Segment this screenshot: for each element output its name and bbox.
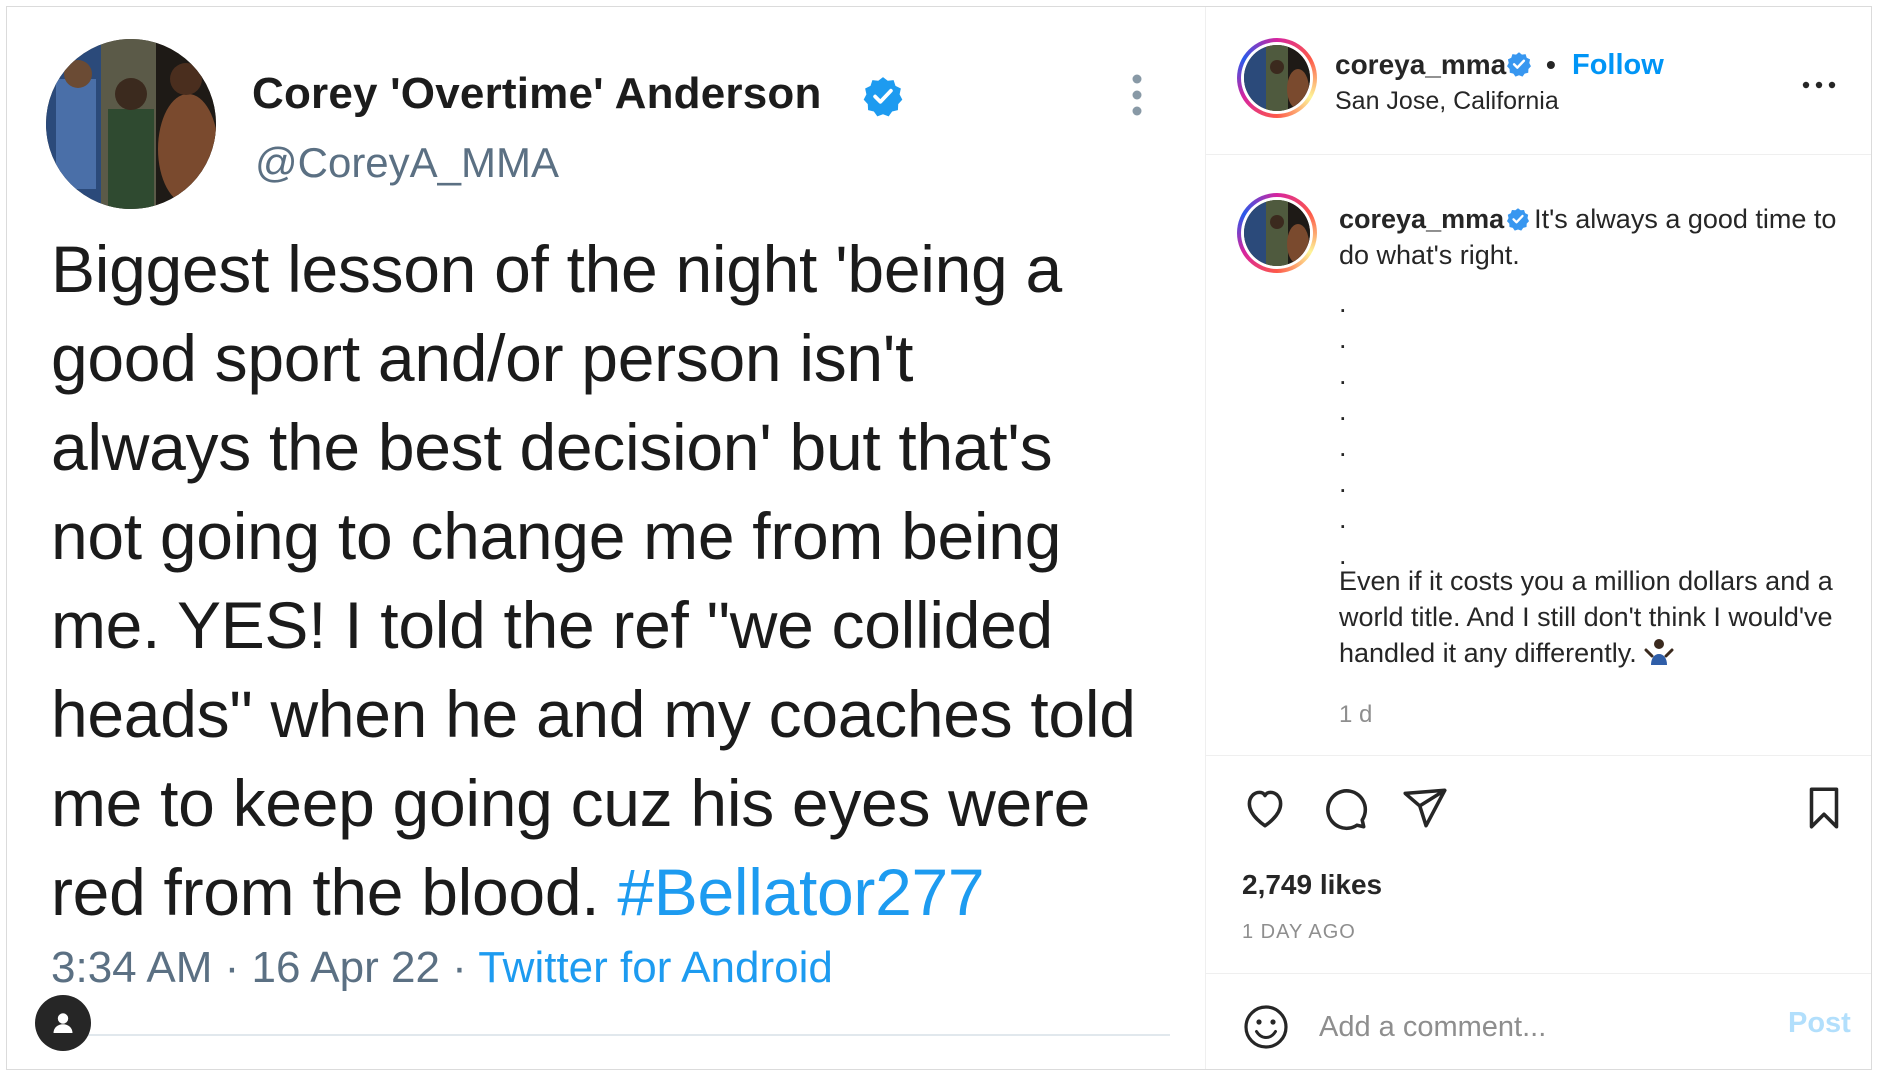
comment-bubble-icon[interactable] bbox=[1320, 783, 1370, 833]
caption-body-2: Even if it costs you a million dollars a… bbox=[1339, 566, 1833, 668]
tweet-meta: 3:34 AM · 16 Apr 22 · Twitter for Androi… bbox=[51, 943, 833, 993]
tweet-text-line: Biggest lesson of the night 'being a bbox=[51, 232, 1062, 306]
tweet-handle: @CoreyA_MMA bbox=[255, 139, 560, 186]
tweet-display-name: Corey 'Overtime' Anderson bbox=[252, 69, 822, 118]
post-media-tweet-screenshot[interactable]: Corey 'Overtime' Anderson @CoreyA_MMA Bi… bbox=[7, 7, 1205, 1069]
caption-text: coreya_mma It's always a good time to do… bbox=[1339, 201, 1859, 273]
caption-dot: . bbox=[1339, 432, 1347, 462]
tweet-text: Biggest lesson of the night 'being a goo… bbox=[51, 225, 1201, 937]
caption-text-continued: Even if it costs you a million dollars a… bbox=[1339, 563, 1859, 671]
caption-dot: . bbox=[1339, 504, 1347, 534]
paper-plane-icon[interactable] bbox=[1400, 783, 1450, 833]
header-location[interactable]: San Jose, California bbox=[1335, 87, 1559, 116]
comment-input[interactable] bbox=[1319, 1005, 1749, 1049]
tweet-text-line-last: red from the blood. #Bellator277 bbox=[51, 848, 1201, 937]
tweet-avatar bbox=[46, 39, 216, 209]
caption-dot: . bbox=[1339, 324, 1347, 354]
more-horizontal-icon[interactable] bbox=[1802, 81, 1836, 89]
tweet-text-line: me. YES! I told the ref "we collided bbox=[51, 588, 1053, 662]
tweet-text-line: heads" when he and my coaches told bbox=[51, 677, 1136, 751]
likes-count[interactable]: 2,749 likes bbox=[1242, 869, 1382, 901]
meta-separator: · bbox=[212, 943, 252, 992]
caption-dot: . bbox=[1339, 288, 1347, 318]
tweet-text-fragment: red from the blood. bbox=[51, 855, 618, 929]
meta-separator: · bbox=[439, 943, 479, 992]
tweet-text-line: good sport and/or person isn't bbox=[51, 321, 914, 395]
header-username[interactable]: coreya_mma bbox=[1335, 49, 1506, 81]
comment-divider bbox=[1206, 973, 1871, 974]
tweet-source: Twitter for Android bbox=[478, 943, 833, 992]
verified-badge-icon bbox=[1507, 52, 1531, 77]
caption-dot: . bbox=[1339, 360, 1347, 390]
smiley-icon[interactable] bbox=[1242, 1003, 1290, 1051]
instagram-post-modal: Corey 'Overtime' Anderson @CoreyA_MMA Bi… bbox=[6, 6, 1872, 1070]
caption-timestamp: 1 d bbox=[1339, 701, 1373, 728]
tweet-date: 16 Apr 22 bbox=[251, 943, 440, 992]
user-tag-button[interactable] bbox=[35, 995, 91, 1051]
caption-avatar[interactable] bbox=[1237, 193, 1317, 273]
verified-badge-icon bbox=[863, 77, 903, 117]
heart-icon[interactable] bbox=[1240, 783, 1290, 833]
tweet-text-line: me to keep going cuz his eyes were bbox=[51, 766, 1091, 840]
tweet-text-line: not going to change me from being bbox=[51, 499, 1062, 573]
caption-dot: . bbox=[1339, 468, 1347, 498]
more-vertical-icon bbox=[1132, 74, 1142, 116]
follow-button[interactable]: Follow bbox=[1572, 49, 1664, 82]
post-side-panel: coreya_mma • Follow San Jose, California bbox=[1206, 7, 1871, 1069]
user-tag-icon bbox=[53, 1013, 73, 1033]
bookmark-icon[interactable] bbox=[1799, 783, 1849, 833]
person-shrugging-emoji-icon bbox=[1644, 639, 1674, 665]
header-divider bbox=[1206, 154, 1871, 155]
tweet-time: 3:34 AM bbox=[51, 943, 213, 992]
caption-dots: . . . . . . . . bbox=[1339, 285, 1347, 573]
caption-username[interactable]: coreya_mma bbox=[1339, 204, 1504, 234]
caption-dot: . bbox=[1339, 396, 1347, 426]
caption-divider bbox=[1206, 755, 1871, 756]
post-comment-button[interactable]: Post bbox=[1788, 1007, 1851, 1040]
tweet-divider bbox=[87, 1034, 1170, 1036]
header-dot-separator: • bbox=[1546, 49, 1556, 80]
verified-badge-icon bbox=[1507, 208, 1530, 231]
header-avatar[interactable] bbox=[1237, 38, 1317, 118]
post-age[interactable]: 1 DAY AGO bbox=[1242, 921, 1356, 944]
tweet-text-line: always the best decision' but that's bbox=[51, 410, 1053, 484]
tweet-hashtag: #Bellator277 bbox=[617, 855, 985, 929]
